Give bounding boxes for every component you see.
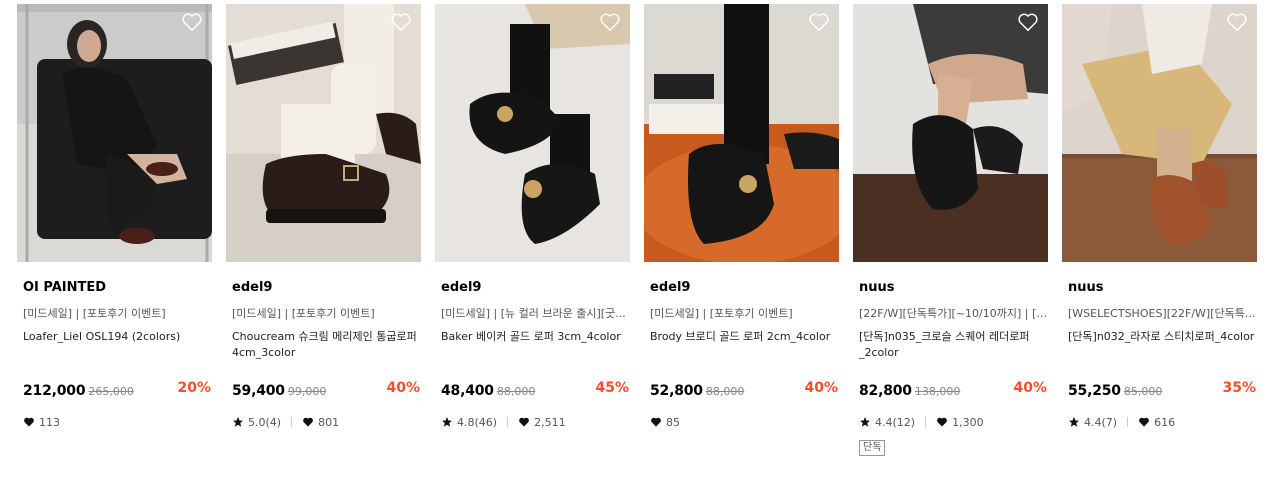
discount-rate: 35% [1222, 380, 1256, 396]
product-card[interactable]: edel9 [미드세일] | [포토후기 이벤트] Brody 브로디 골드 로… [644, 4, 839, 474]
heart-outline-icon[interactable] [808, 12, 830, 32]
price-row: 82,800 138,000 40% [859, 380, 1049, 400]
promo-tags: [미드세일] | [포토후기 이벤트] [232, 307, 375, 320]
promo-tags: [미드세일] | [포토후기 이벤트] [650, 307, 793, 320]
price-row: 59,400 99,000 40% [232, 380, 422, 400]
original-price: 88,000 [705, 385, 745, 398]
heart-filled-icon [303, 417, 313, 427]
promo-tags: [미드세일] | [뉴 컬러 브라운 출시][굿... [441, 307, 626, 320]
product-stats: 4.4(7) 616 [1068, 414, 1175, 430]
sale-price: 82,800 [859, 383, 912, 399]
price-row: 212,000 265,000 20% [23, 380, 213, 400]
original-price: 99,000 [287, 385, 327, 398]
heart-outline-icon[interactable] [599, 12, 621, 32]
discount-rate: 20% [177, 380, 211, 396]
heart-filled-icon [24, 417, 34, 427]
star-icon [233, 417, 243, 427]
exclusive-badge: 단독 [859, 440, 886, 456]
product-image[interactable] [1062, 4, 1257, 262]
like-count: 2,511 [534, 415, 566, 429]
product-image[interactable] [17, 4, 212, 262]
product-image[interactable] [853, 4, 1048, 262]
promo-tags: [미드세일] | [포토후기 이벤트] [23, 307, 166, 320]
product-image[interactable] [226, 4, 421, 262]
product-card[interactable]: nuus [22F/W][단독특가][~10/10까지] | [미... [단독… [853, 4, 1049, 474]
product-name[interactable]: Choucream 슈크림 메리제인 통굽로퍼 4cm_3color [232, 329, 422, 361]
product-stats: 85 [650, 414, 680, 430]
heart-filled-icon [519, 417, 529, 427]
price-row: 48,400 88,000 45% [441, 380, 631, 400]
product-card[interactable]: edel9 [미드세일] | [포토후기 이벤트] Choucream 슈크림 … [226, 4, 421, 474]
rating: 4.4(12) [875, 415, 916, 429]
price-row: 52,800 88,000 40% [650, 380, 840, 400]
product-image[interactable] [644, 4, 839, 262]
product-card[interactable]: edel9 [미드세일] | [뉴 컬러 브라운 출시][굿... Baker … [435, 4, 630, 474]
product-stats: 4.8(46) 2,511 [441, 414, 566, 430]
discount-rate: 40% [1013, 380, 1047, 396]
heart-outline-icon[interactable] [390, 12, 412, 32]
rating: 5.0(4) [248, 415, 282, 429]
heart-filled-icon [651, 417, 661, 427]
brand-name[interactable]: nuus [1068, 280, 1104, 295]
discount-rate: 40% [804, 380, 838, 396]
brand-name[interactable]: nuus [859, 280, 895, 295]
star-icon [442, 417, 452, 427]
original-price: 265,000 [88, 385, 134, 398]
brand-name[interactable]: edel9 [441, 280, 481, 295]
sale-price: 48,400 [441, 383, 494, 399]
product-stats: 4.4(12) 1,300 [859, 414, 984, 430]
product-card[interactable]: nuus [WSELECTSHOES][22F/W][단독특... [단독]n0… [1062, 4, 1257, 474]
sale-price: 212,000 [23, 383, 86, 399]
price-row: 55,250 85,000 35% [1068, 380, 1258, 400]
rating: 4.4(7) [1084, 415, 1118, 429]
product-stats: 113 [23, 414, 60, 430]
heart-outline-icon[interactable] [1226, 12, 1248, 32]
divider [925, 417, 927, 427]
original-price: 88,000 [496, 385, 536, 398]
product-name[interactable]: [단독]n035_크로슬 스퀘어 레더로퍼_2color [859, 329, 1049, 361]
product-image[interactable] [435, 4, 630, 262]
divider [291, 417, 293, 427]
like-count: 616 [1154, 415, 1176, 429]
star-icon [1069, 417, 1079, 427]
product-name[interactable]: Loafer_Liel OSL194 (2colors) [23, 329, 213, 345]
heart-outline-icon[interactable] [1017, 12, 1039, 32]
brand-name[interactable]: OI PAINTED [23, 280, 106, 295]
discount-rate: 40% [386, 380, 420, 396]
brand-name[interactable]: edel9 [232, 280, 272, 295]
sale-price: 52,800 [650, 383, 703, 399]
brand-name[interactable]: edel9 [650, 280, 690, 295]
rating: 4.8(46) [457, 415, 498, 429]
promo-tags: [22F/W][단독특가][~10/10까지] | [미... [859, 307, 1049, 320]
product-card[interactable]: OI PAINTED [미드세일] | [포토후기 이벤트] Loafer_Li… [17, 4, 212, 474]
product-name[interactable]: Brody 브로디 골드 로퍼 2cm_4color [650, 329, 840, 345]
product-name[interactable]: Baker 베이커 골드 로퍼 3cm_4color [441, 329, 631, 345]
like-count: 1,300 [952, 415, 984, 429]
divider [507, 417, 509, 427]
promo-tags: [WSELECTSHOES][22F/W][단독특... [1068, 307, 1256, 320]
like-count: 85 [666, 415, 680, 429]
like-count: 801 [318, 415, 340, 429]
star-icon [860, 417, 870, 427]
sale-price: 55,250 [1068, 383, 1121, 399]
original-price: 138,000 [914, 385, 961, 398]
original-price: 85,000 [1123, 385, 1163, 398]
like-count: 113 [39, 415, 60, 429]
heart-filled-icon [1139, 417, 1149, 427]
divider [1127, 417, 1129, 427]
heart-filled-icon [937, 417, 947, 427]
discount-rate: 45% [595, 380, 629, 396]
product-name[interactable]: [단독]n032_라자로 스티치로퍼_4color [1068, 329, 1258, 345]
sale-price: 59,400 [232, 383, 285, 399]
heart-outline-icon[interactable] [181, 12, 203, 32]
product-stats: 5.0(4) 801 [232, 414, 339, 430]
